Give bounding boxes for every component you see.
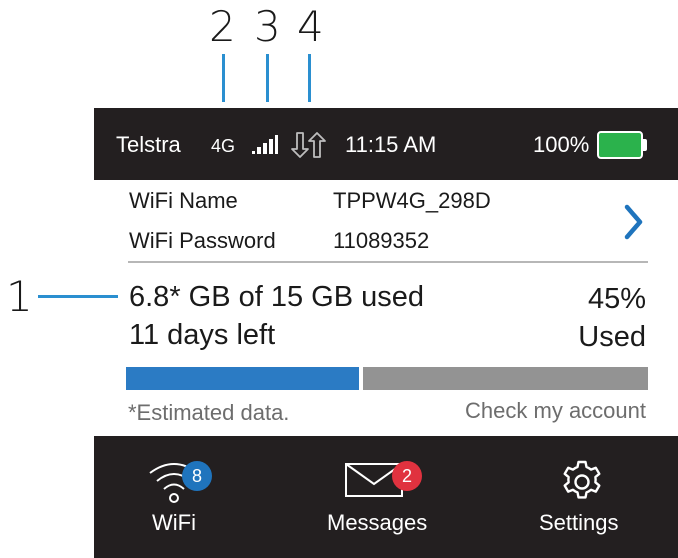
used-label: Used	[578, 321, 646, 353]
nav-label-settings: Settings	[539, 510, 619, 535]
estimated-data-footnote: *Estimated data.	[128, 400, 290, 425]
battery-icon	[597, 131, 643, 159]
wifi-password-value: 11089352	[333, 228, 430, 253]
callout-number-1: 1	[6, 272, 33, 321]
wifi-badge: 8	[182, 461, 212, 491]
battery-tip	[643, 139, 647, 151]
section-divider	[128, 261, 648, 263]
callout-number-3: 3	[254, 2, 281, 51]
signal-bars-icon	[252, 135, 278, 154]
nav-label-messages: Messages	[327, 510, 428, 535]
check-my-account-link[interactable]: Check my account	[420, 398, 646, 424]
gear-icon	[563, 460, 601, 499]
carrier-name: Telstra	[116, 132, 181, 157]
wifi-name-label: WiFi Name	[129, 188, 238, 213]
wifi-password-label: WiFi Password	[129, 228, 276, 253]
nav-label-wifi: WiFi	[152, 510, 196, 535]
callout-line-4	[308, 54, 311, 102]
usage-bar-used	[126, 367, 359, 390]
usage-bar-remaining	[363, 367, 648, 390]
days-left-text: 11 days left	[129, 319, 276, 351]
chevron-right-icon[interactable]	[622, 204, 646, 240]
clock-time: 11:15 AM	[345, 132, 437, 157]
callout-line-2	[222, 54, 225, 102]
battery-percent: 100%	[533, 132, 590, 157]
usage-percent: 45%	[587, 283, 646, 315]
callout-number-4: 4	[297, 2, 324, 51]
wifi-name-value: TPPW4G_298D	[333, 188, 491, 213]
messages-badge: 2	[392, 461, 422, 491]
network-type: 4G	[211, 136, 236, 156]
data-usage-summary: 6.8* GB of 15 GB used	[129, 281, 425, 313]
callout-number-2: 2	[209, 2, 236, 51]
callout-line-1	[38, 295, 118, 298]
callout-line-3	[266, 54, 269, 102]
data-arrows-icon	[291, 132, 326, 158]
